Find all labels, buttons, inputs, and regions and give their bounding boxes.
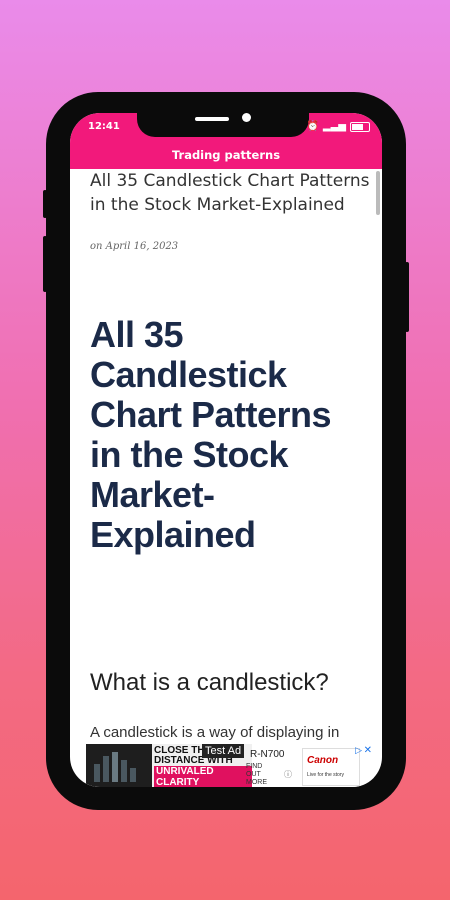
test-ad-label: Test Ad [202,744,245,758]
article-paragraph: A candlestick is a way of displaying in [90,724,340,741]
info-icon[interactable]: ⓘ [284,769,292,780]
article-heading: All 35 Candlestick Chart Patterns in the… [90,314,332,555]
ad-image-graphic [94,752,144,782]
alarm-icon: ⏰ [306,121,319,132]
camera-icon [242,113,251,122]
power-button [405,262,409,332]
ad-brand-card[interactable]: Canon Live for the story [302,748,360,786]
status-time: 12:41 [88,121,120,132]
phone-screen: 12:41 ⏰ ▂▃▅ Trading patterns All 35 Cand… [70,113,382,787]
close-icon[interactable]: ✕ [364,745,372,756]
adchoices-icon[interactable]: ▷ [355,746,362,756]
phone-notch [137,113,309,137]
volume-up-button [43,190,47,218]
ad-banner[interactable]: CLOSE THE DISTANCE WITH UNRIVALED CLARIT… [86,744,374,787]
ad-model-name: R-N700 [250,749,285,760]
ad-image[interactable] [86,744,152,787]
ad-headline-3: UNRIVALED CLARITY [154,766,252,787]
post-content[interactable]: All 35 Candlestick Chart Patterns in the… [70,169,382,744]
ad-tagline: Live for the story [307,772,344,778]
status-icons-right: ⏰ ▂▃▅ [306,121,370,132]
speaker-icon [195,117,229,121]
canon-logo: Canon [307,755,339,766]
app-screenshot-page: { "status_bar": { "time": "12:41", "batt… [0,0,450,900]
article-subheading: What is a candlestick? [90,669,329,696]
volume-down-button [43,236,47,292]
scrollbar[interactable] [376,171,380,215]
post-date: on April 16, 2023 [90,241,179,252]
battery-icon [350,121,370,132]
app-bar: Trading patterns [70,141,382,169]
post-title: All 35 Candlestick Chart Patterns in the… [90,171,370,215]
app-bar-title: Trading patterns [171,148,281,162]
signal-icon: ▂▃▅ [322,121,346,132]
status-bar: 12:41 ⏰ ▂▃▅ [70,113,382,141]
find-out-more-link[interactable]: FIND OUT MORE [246,763,276,787]
